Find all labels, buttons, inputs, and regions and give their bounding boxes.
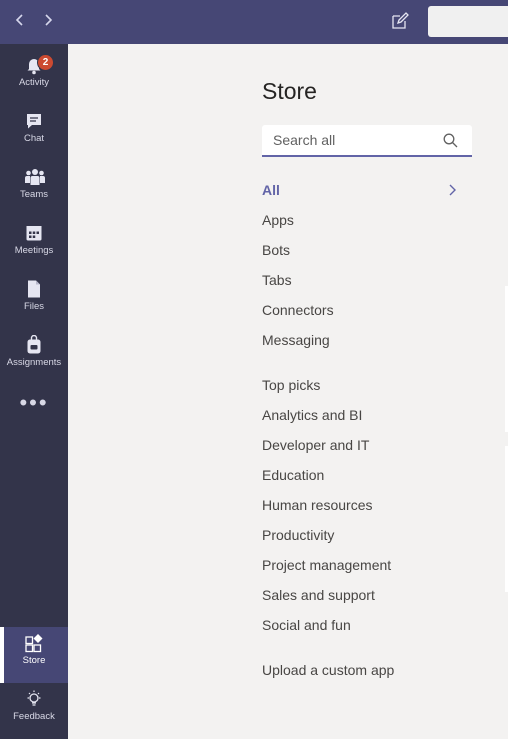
rail-item-chat[interactable]: Chat [0,105,68,161]
rail-item-store[interactable]: Store [0,627,68,683]
topic-productivity[interactable]: Productivity [262,527,334,543]
category-all[interactable]: All [262,182,280,198]
top-bar [0,0,508,44]
rail-item-label: Activity [18,77,50,88]
category-tabs[interactable]: Tabs [262,272,292,288]
backpack-icon [24,334,44,355]
upload-custom-app-link[interactable]: Upload a custom app [262,662,394,678]
compose-icon[interactable] [390,11,410,31]
rail-item-label: Meetings [14,245,54,256]
topic-developer-it[interactable]: Developer and IT [262,437,369,453]
chevron-right-icon [447,183,459,197]
chat-icon [24,111,44,131]
category-connectors[interactable]: Connectors [262,302,334,318]
rail-item-label: Store [22,655,46,666]
topic-social-fun[interactable]: Social and fun [262,617,351,633]
teams-icon [24,167,45,187]
topic-analytics-bi[interactable]: Analytics and BI [262,407,362,423]
topic-education[interactable]: Education [262,467,324,483]
rail-item-feedback[interactable]: Feedback [0,683,68,739]
topic-sales-support[interactable]: Sales and support [262,587,375,603]
rail-item-label: Teams [20,189,48,200]
chevron-left-icon[interactable] [10,10,30,30]
category-apps[interactable]: Apps [262,212,294,228]
rail-item-label: Feedback [13,711,55,722]
store-icon [24,633,44,653]
calendar-icon [24,223,44,243]
topic-top-picks[interactable]: Top picks [262,377,320,393]
app-rail: 2 Activity Chat Teams Meetings Files Ass… [0,44,68,739]
category-bots[interactable]: Bots [262,242,290,258]
chevron-right-icon[interactable] [38,10,58,30]
page-title: Store [262,78,317,104]
rail-item-teams[interactable]: Teams [0,161,68,217]
search-input[interactable] [262,125,448,155]
rail-item-files[interactable]: Files [0,273,68,329]
notification-badge: 2 [37,54,54,71]
file-icon [24,279,44,299]
rail-item-meetings[interactable]: Meetings [0,217,68,273]
topic-human-resources[interactable]: Human resources [262,497,373,513]
rail-item-label: Chat [23,133,45,144]
top-search-box[interactable] [428,6,508,37]
search-icon[interactable] [443,133,458,148]
category-messaging[interactable]: Messaging [262,332,330,348]
rail-item-assignments[interactable]: Assignments [0,329,68,385]
store-search [262,125,472,157]
topic-project-management[interactable]: Project management [262,557,391,573]
rail-item-activity[interactable]: 2 Activity [0,49,68,105]
rail-item-label: Assignments [6,357,62,368]
more-apps-button[interactable]: ••• [0,392,68,420]
rail-item-label: Files [23,301,45,312]
lightbulb-icon [24,689,44,709]
